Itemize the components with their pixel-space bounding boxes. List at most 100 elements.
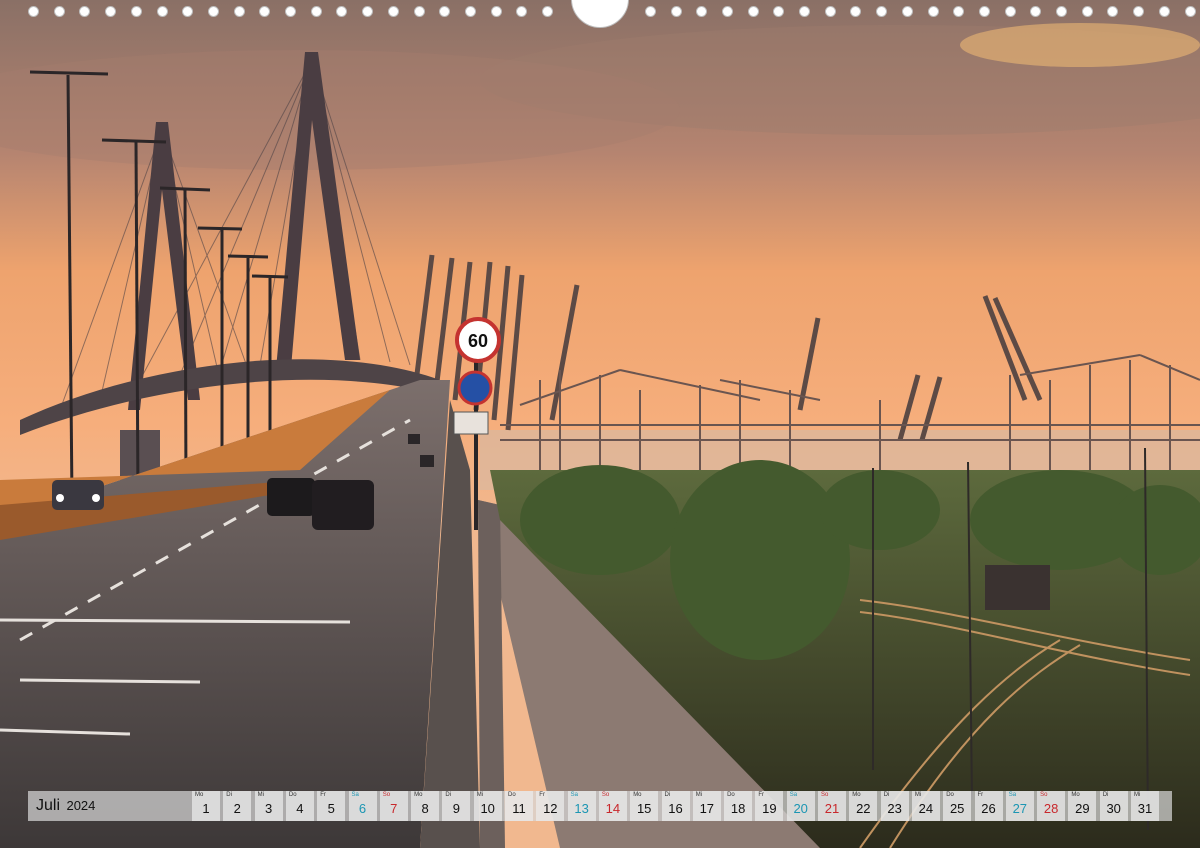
binding-hole — [850, 6, 862, 17]
weekday-label: Di — [883, 792, 890, 798]
day-number: 13 — [574, 801, 589, 816]
day-cell: Fr 26 — [974, 791, 1003, 821]
day-number: 17 — [699, 801, 715, 816]
day-number: 20 — [793, 801, 808, 816]
day-cell: Mo 1 — [192, 791, 220, 821]
day-number: 31 — [1137, 801, 1153, 816]
day-number: 22 — [856, 801, 871, 816]
weekday-label: Mo — [414, 792, 423, 798]
weekday-label: So — [1040, 792, 1048, 798]
weekday-label: Di — [226, 792, 232, 798]
month-label: Juli 2024 — [36, 797, 95, 815]
binding-hole — [542, 6, 553, 17]
day-number: 7 — [390, 801, 398, 816]
day-cell: So 7 — [379, 791, 408, 821]
binding-hole — [1081, 6, 1093, 17]
binding-hole — [28, 6, 39, 17]
binding-hole — [1056, 6, 1067, 17]
day-number: 21 — [824, 801, 840, 816]
weekday-label: So — [821, 792, 829, 798]
binding-hole — [1030, 6, 1042, 17]
binding-hole — [130, 6, 142, 17]
binding-hole — [927, 6, 939, 17]
day-cell: Fr 12 — [536, 791, 565, 821]
day-cell: Di 2 — [223, 791, 252, 821]
binding-hole — [336, 6, 348, 17]
binding-hole — [490, 6, 502, 17]
weekday-label: Mo — [633, 792, 642, 798]
binding-hole — [156, 6, 168, 17]
day-number: 28 — [1043, 801, 1059, 816]
day-cell: Sa 27 — [1005, 791, 1034, 821]
binding-hole — [1004, 6, 1016, 17]
binding-hole — [696, 6, 708, 17]
binding-hole — [285, 6, 296, 17]
binding-hole — [516, 6, 528, 17]
day-number: 5 — [327, 801, 335, 816]
photo-bridge-harbor: 60 — [0, 0, 1200, 848]
day-number: 26 — [981, 801, 996, 816]
day-cell: Fr 19 — [755, 791, 784, 821]
weekday-label: Mi — [914, 792, 922, 798]
weekday-label: Mi — [257, 792, 264, 798]
binding-hole — [439, 6, 451, 17]
weekday-label: Di — [445, 792, 452, 798]
binding-hole — [1158, 6, 1170, 17]
day-number: 30 — [1106, 801, 1121, 816]
binding-hole — [644, 6, 656, 17]
day-number: 10 — [480, 801, 495, 816]
day-cell: Mo 29 — [1068, 791, 1097, 821]
day-cell: Do 18 — [724, 791, 753, 821]
binding-hole — [79, 6, 91, 17]
binding-hole — [413, 6, 425, 17]
binding-hole — [362, 6, 374, 17]
binding-hole — [464, 6, 476, 17]
day-number: 18 — [730, 801, 746, 816]
weekday-label: Do — [288, 792, 297, 798]
day-number: 11 — [512, 801, 526, 816]
weekday-label: Di — [664, 792, 671, 798]
binding-hole — [1184, 6, 1196, 17]
day-cell: Mi 31 — [1131, 791, 1159, 821]
day-number: 29 — [1075, 801, 1090, 816]
weekday-label: Sa — [789, 792, 798, 798]
day-cell: Sa 20 — [786, 791, 815, 821]
binding-hole — [721, 6, 733, 17]
month-name: Juli — [36, 797, 61, 814]
day-cell: So 28 — [1037, 791, 1066, 821]
binding-hole — [1133, 6, 1145, 17]
binding-hole — [233, 6, 245, 17]
day-cell: Mo 22 — [849, 791, 878, 821]
weekday-label: Di — [1102, 792, 1109, 798]
day-cell: Do 11 — [505, 791, 533, 821]
weekday-label: Fr — [320, 792, 326, 798]
weekday-label: Mo — [852, 792, 861, 798]
binding-hole — [207, 6, 219, 17]
day-number: 2 — [233, 801, 241, 816]
weekday-label: Fr — [977, 792, 984, 798]
day-number: 12 — [543, 801, 558, 816]
binding-hole — [901, 6, 913, 17]
day-cell: Do 4 — [285, 791, 314, 821]
day-cell: So 14 — [598, 791, 627, 821]
binding-hole — [105, 6, 117, 17]
weekday-label: Do — [727, 792, 735, 798]
day-number: 16 — [668, 801, 683, 816]
day-cell: Mo 8 — [411, 791, 440, 821]
binding-hole — [310, 6, 322, 17]
day-cell: Mo 15 — [630, 791, 659, 821]
day-number: 23 — [887, 801, 902, 816]
weekday-label: Mo — [1071, 792, 1080, 798]
weekday-label: Mi — [1134, 792, 1141, 798]
day-cell: Di 23 — [880, 791, 909, 821]
binding-hole — [824, 6, 836, 17]
day-cell: Di 16 — [661, 791, 690, 821]
binding-hole — [387, 6, 399, 17]
day-cell: Do 25 — [943, 791, 972, 821]
weekday-label: Mo — [195, 792, 204, 798]
binding-hole — [876, 6, 888, 17]
binding-hole — [259, 6, 271, 17]
year-label: 2024 — [66, 798, 96, 813]
day-number: 25 — [949, 801, 965, 816]
calendar-bar: Juli 2024 Mo 1 Di 2 Mi 3 Do 4 Fr 5 Sa 6 So 7 Mo 8 Di 9 Mi 1… — [28, 791, 1172, 821]
